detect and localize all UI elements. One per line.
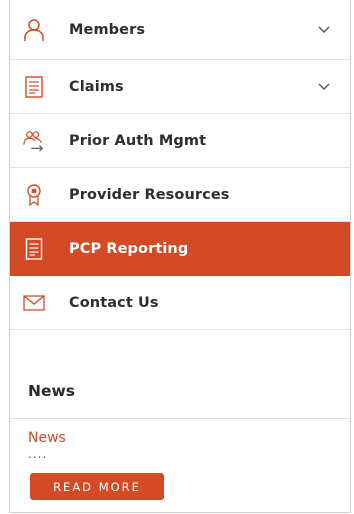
chevron-down-icon[interactable] xyxy=(316,22,332,38)
envelope-icon xyxy=(23,291,45,315)
news-excerpt: .... xyxy=(28,447,48,461)
sidebar-item-provider-resources[interactable]: Provider Resources xyxy=(10,168,350,222)
sidebar-item-contact-us[interactable]: Contact Us xyxy=(10,276,350,330)
document-icon xyxy=(23,75,45,99)
sidebar-item-label: Members xyxy=(69,21,146,38)
sidebar-panel: Members Claims Prior Auth Mgmt Provider … xyxy=(9,0,351,513)
sidebar-item-pcp-reporting[interactable]: PCP Reporting xyxy=(10,222,350,276)
sidebar-item-label: Prior Auth Mgmt xyxy=(69,132,207,149)
report-icon xyxy=(23,237,45,261)
sidebar-item-claims[interactable]: Claims xyxy=(10,60,350,114)
people-transfer-icon xyxy=(23,129,45,153)
badge-icon xyxy=(23,183,45,207)
sidebar-item-members[interactable]: Members xyxy=(10,0,350,60)
sidebar-item-prior-auth[interactable]: Prior Auth Mgmt xyxy=(10,114,350,168)
sidebar-nav: Members Claims Prior Auth Mgmt Provider … xyxy=(10,0,350,330)
sidebar-item-label: PCP Reporting xyxy=(69,240,189,257)
read-more-button[interactable]: READ MORE xyxy=(30,473,164,500)
news-heading: News xyxy=(10,364,350,419)
sidebar-item-label: Contact Us xyxy=(69,294,159,311)
person-icon xyxy=(23,18,45,42)
sidebar-item-label: Claims xyxy=(69,78,124,95)
news-section: News News .... READ MORE xyxy=(10,364,350,500)
sidebar-item-label: Provider Resources xyxy=(69,186,230,203)
chevron-down-icon[interactable] xyxy=(316,79,332,95)
news-link[interactable]: News xyxy=(28,430,350,446)
